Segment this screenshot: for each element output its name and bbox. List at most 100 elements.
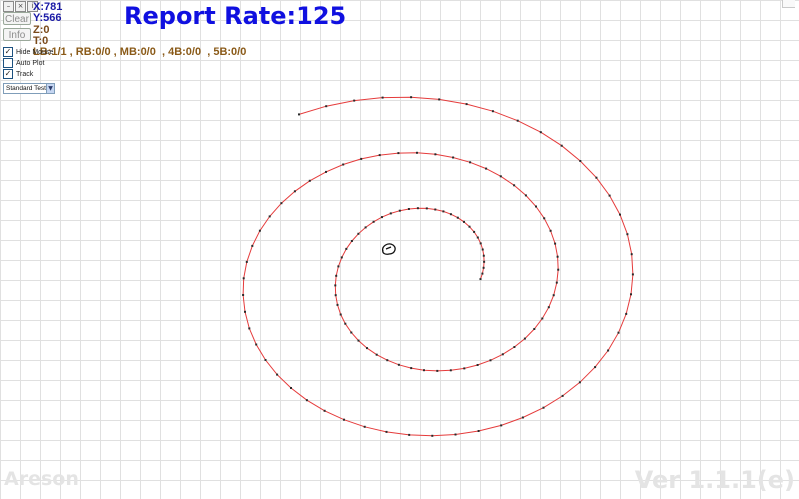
trace-sample-point: [293, 190, 296, 193]
trace-sample-point: [434, 208, 437, 211]
trace-sample-point: [345, 247, 348, 250]
trace-sample-point: [378, 154, 381, 157]
trace-sample-point: [386, 359, 389, 362]
auto-plot-checkbox[interactable]: [3, 58, 13, 68]
trace-sample-point: [385, 430, 388, 433]
trace-sample-point: [366, 347, 368, 350]
test-mode-value: Standard Test: [6, 85, 46, 92]
brand-watermark: Areson: [4, 468, 79, 490]
report-rate-title: Report Rate:125: [124, 2, 347, 30]
trace-sample-point: [521, 416, 524, 419]
trace-sample-point: [357, 232, 360, 235]
trace-sample-point: [438, 98, 441, 101]
trace-sample-point: [500, 424, 503, 427]
trace-sample-point: [463, 220, 465, 223]
auto-plot-label: Auto Plot: [16, 59, 45, 67]
trace-sample-point: [485, 167, 488, 170]
chevron-down-icon[interactable]: ▼: [46, 84, 54, 93]
clear-button[interactable]: Clear: [3, 12, 31, 25]
trace-sample-point: [541, 317, 544, 320]
trace-sample-point: [244, 310, 246, 313]
hide-mouse-checkbox[interactable]: ✓: [3, 47, 13, 57]
trace-plot: [242, 96, 634, 437]
trace-sample-point: [468, 225, 471, 228]
trace-sample-point: [335, 274, 338, 277]
trace-sample-point: [595, 176, 598, 179]
trace-sample-point: [334, 294, 337, 297]
trace-sample-point: [350, 331, 353, 334]
trace-sample-point: [619, 213, 621, 216]
trace-sample-point: [469, 161, 472, 164]
trace-sample-point: [578, 381, 581, 384]
trace-sample-point: [381, 216, 383, 219]
trace-sample-point: [449, 213, 452, 216]
trace-sample-point: [280, 202, 283, 205]
trace-sample-point: [325, 170, 327, 173]
trace-sample-point: [431, 434, 434, 437]
info-button[interactable]: Info: [3, 28, 31, 41]
trace-sample-point: [248, 327, 251, 330]
trace-sample-point: [456, 216, 459, 219]
trace-sample-point: [334, 284, 337, 287]
close-icon[interactable]: ×: [15, 1, 26, 12]
trace-sample-point: [357, 339, 360, 342]
trace-sample-point: [479, 278, 482, 281]
trace-sample-point: [336, 303, 339, 306]
trace-sample-point: [607, 349, 610, 352]
trace-sample-point: [626, 233, 629, 236]
trace-sample-point: [631, 273, 634, 276]
trace-sample-point: [473, 230, 476, 233]
trace-sample-point: [389, 212, 392, 215]
version-watermark: Ver 1.1.1(e): [634, 466, 795, 494]
trace-sample-point: [555, 281, 558, 284]
trace-sample-point: [482, 266, 485, 269]
trace-sample-point: [454, 433, 457, 436]
trace-sample-point: [268, 215, 271, 218]
trace-sample-point: [499, 175, 502, 178]
trace-sample-point: [465, 103, 468, 106]
option-auto-plot[interactable]: Auto Plot: [3, 58, 44, 68]
trace-sample-point: [343, 418, 345, 421]
trace-sample-point: [372, 220, 375, 223]
trace-sample-point: [360, 157, 363, 160]
trace-sample-point: [251, 244, 254, 247]
trace-sample-point: [479, 242, 482, 245]
trace-sample-point: [242, 277, 245, 280]
trace-sample-point: [305, 399, 308, 402]
minimize-icon[interactable]: –: [3, 1, 14, 12]
trace-sample-point: [337, 265, 340, 268]
trace-sample-point: [491, 110, 494, 113]
trace-sample-point: [476, 236, 479, 239]
option-hide-mouse[interactable]: ✓ Hide Mouse: [3, 47, 53, 57]
trace-sample-point: [276, 373, 279, 376]
trace-sample-point: [630, 253, 633, 256]
trace-sample-point: [476, 364, 479, 366]
trace-sample-point: [353, 99, 356, 102]
trace-sample-point: [434, 153, 437, 156]
track-checkbox[interactable]: ✓: [3, 69, 13, 79]
trace-sample-point: [245, 260, 248, 263]
trace-sample-point: [483, 260, 486, 263]
mouse-button-counters: LB:1/1 , RB:0/0 , MB:0/0 , 4B:0/0 , 5B:0…: [33, 46, 247, 58]
trace-sample-point: [513, 346, 516, 348]
trace-sample-point: [408, 433, 411, 436]
trace-sample-point: [364, 226, 367, 229]
top-right-frame: [782, 0, 795, 8]
trace-sample-point: [425, 207, 428, 210]
trace-sample-point: [543, 217, 546, 220]
option-track[interactable]: ✓ Track: [3, 69, 33, 79]
test-mode-select[interactable]: Standard Test ▼: [3, 83, 55, 94]
trace-sample-point: [325, 105, 328, 108]
trace-sample-point: [255, 343, 258, 346]
trace-sample-point: [482, 254, 485, 257]
track-label: Track: [16, 70, 34, 78]
trace-sample-point: [463, 367, 466, 370]
trace-sample-point: [298, 113, 300, 116]
trace-sample-point: [561, 394, 564, 397]
trace-sample-point: [552, 294, 555, 297]
trace-sample-point: [258, 229, 261, 232]
trace-sample-point: [340, 256, 343, 259]
trace-sample-point: [436, 369, 439, 372]
mouse-trace-line: [242, 96, 634, 437]
cursor-scribble: [382, 243, 396, 255]
